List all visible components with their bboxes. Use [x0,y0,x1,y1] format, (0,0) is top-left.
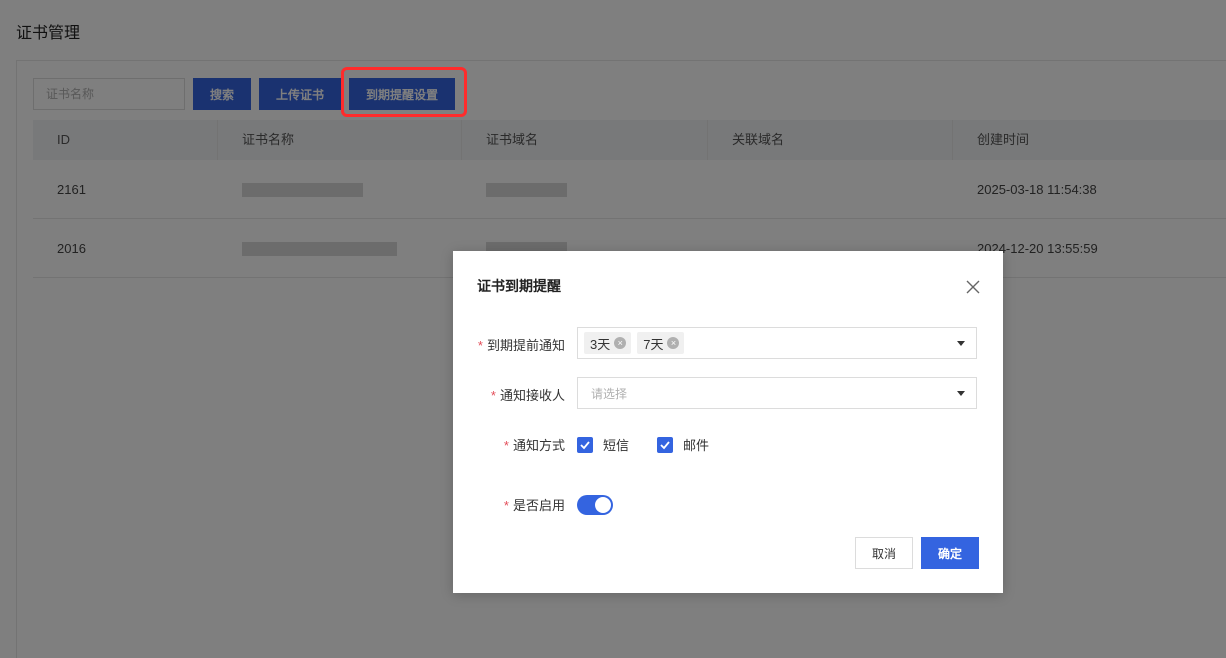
check-icon[interactable] [577,436,593,453]
enabled-label-text: 是否启用 [512,498,565,513]
toggle-knob [595,497,611,513]
email-label: 邮件 [683,438,710,453]
tag-remove-icon[interactable]: × [667,337,680,349]
dialog-title: 证书到期提醒 [477,278,561,294]
advance-notice-label: * 到期提前通知 [453,335,565,354]
notify-method-label: * 通知方式 [453,435,565,454]
recipient-label: * 通知接收人 [453,385,565,404]
expiry-reminder-dialog: 证书到期提醒 * 到期提前通知 3天 × 7天 × * 通知接收人 请选择 * 通知方式 … [453,251,1003,593]
required-marker: * [503,498,509,513]
required-marker: * [490,388,496,403]
sms-label: 短信 [603,438,630,453]
tag-3-days: 3天 × [584,332,632,354]
advance-notice-select[interactable]: 3天 × 7天 × [577,327,977,359]
recipient-placeholder: 请选择 [591,386,628,401]
enabled-toggle[interactable] [577,495,613,515]
sms-checkbox[interactable]: 短信 [577,435,629,454]
tag-remove-icon[interactable]: × [614,337,627,349]
enabled-label: * 是否启用 [453,495,565,514]
cancel-button[interactable]: 取消 [855,537,913,569]
advance-notice-label-text: 到期提前通知 [486,338,565,353]
tag-label: 3天 [590,336,611,352]
tag-label: 7天 [643,336,664,352]
required-marker: * [503,438,509,453]
chevron-down-icon[interactable] [957,391,965,396]
recipient-label-text: 通知接收人 [499,388,565,403]
tag-7-days: 7天 × [637,332,685,354]
confirm-button[interactable]: 确定 [921,537,979,569]
highlight-annotation [341,67,467,117]
chevron-down-icon[interactable] [957,341,965,346]
check-icon[interactable] [657,436,673,453]
required-marker: * [477,338,483,353]
recipient-select[interactable]: 请选择 [577,377,977,409]
notify-method-label-text: 通知方式 [512,438,565,453]
close-icon[interactable] [963,277,983,297]
email-checkbox[interactable]: 邮件 [657,435,709,454]
